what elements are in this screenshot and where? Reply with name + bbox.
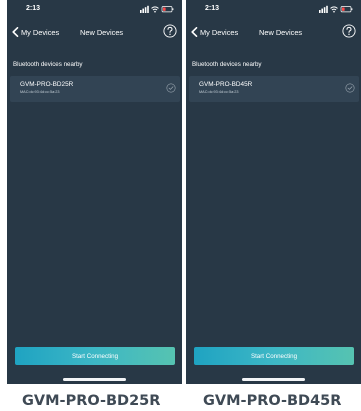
battery-icon (161, 6, 174, 13)
check-circle-icon (345, 83, 355, 93)
back-button[interactable]: My Devices (11, 27, 59, 37)
chevron-left-icon (12, 27, 19, 37)
status-bar: 2:13 (186, 0, 361, 20)
question-circle-icon[interactable] (163, 24, 177, 38)
start-connecting-button[interactable]: Start Connecting (15, 347, 175, 365)
home-indicator[interactable] (63, 378, 126, 381)
caption-bd25r: GVM-PRO-BD25R (22, 393, 161, 409)
start-connecting-button[interactable]: Start Connecting (194, 347, 354, 365)
nav-bar: My Devices New Devices (7, 24, 182, 44)
section-label: Bluetooth devices nearby (13, 61, 83, 68)
device-name: GVM-PRO-BD25R (20, 81, 74, 88)
back-label: My Devices (200, 27, 239, 37)
nav-bar: My Devices New Devices (186, 24, 361, 44)
wifi-icon (151, 6, 159, 13)
device-mac-address: MAC:dc:93:4d:cc:5a:23 (199, 90, 239, 94)
battery-icon (340, 6, 353, 13)
back-button[interactable]: My Devices (190, 27, 238, 37)
status-time: 2:13 (205, 5, 220, 12)
device-list-item[interactable]: GVM-PRO-BD45R MAC:dc:93:4d:cc:5a:23 (189, 76, 359, 102)
signal-bars-icon (319, 5, 328, 13)
status-icons (140, 5, 174, 13)
chevron-left-icon (191, 27, 198, 37)
caption-bd45r: GVM-PRO-BD45R (203, 393, 342, 409)
home-indicator[interactable] (242, 378, 305, 381)
device-mac-address: MAC:dc:93:4d:cc:5a:23 (20, 90, 60, 94)
phone-screen-bd45r: 2:13 My Devices New Devices Bluetooth de… (186, 0, 361, 384)
signal-bars-icon (140, 5, 149, 13)
page-title: New Devices (259, 28, 303, 37)
wifi-icon (330, 6, 338, 13)
status-time: 2:13 (26, 5, 41, 12)
device-name: GVM-PRO-BD45R (199, 81, 253, 88)
back-label: My Devices (21, 27, 60, 37)
question-circle-icon[interactable] (342, 24, 356, 38)
status-bar: 2:13 (7, 0, 182, 20)
check-circle-icon (166, 83, 176, 93)
section-label: Bluetooth devices nearby (192, 61, 262, 68)
status-icons (319, 5, 353, 13)
phone-screen-bd25r: 2:13 My Devices New Devices Bluetooth de… (7, 0, 182, 384)
device-list-item[interactable]: GVM-PRO-BD25R MAC:dc:93:4d:cc:5a:23 (10, 76, 180, 102)
page-title: New Devices (80, 28, 124, 37)
